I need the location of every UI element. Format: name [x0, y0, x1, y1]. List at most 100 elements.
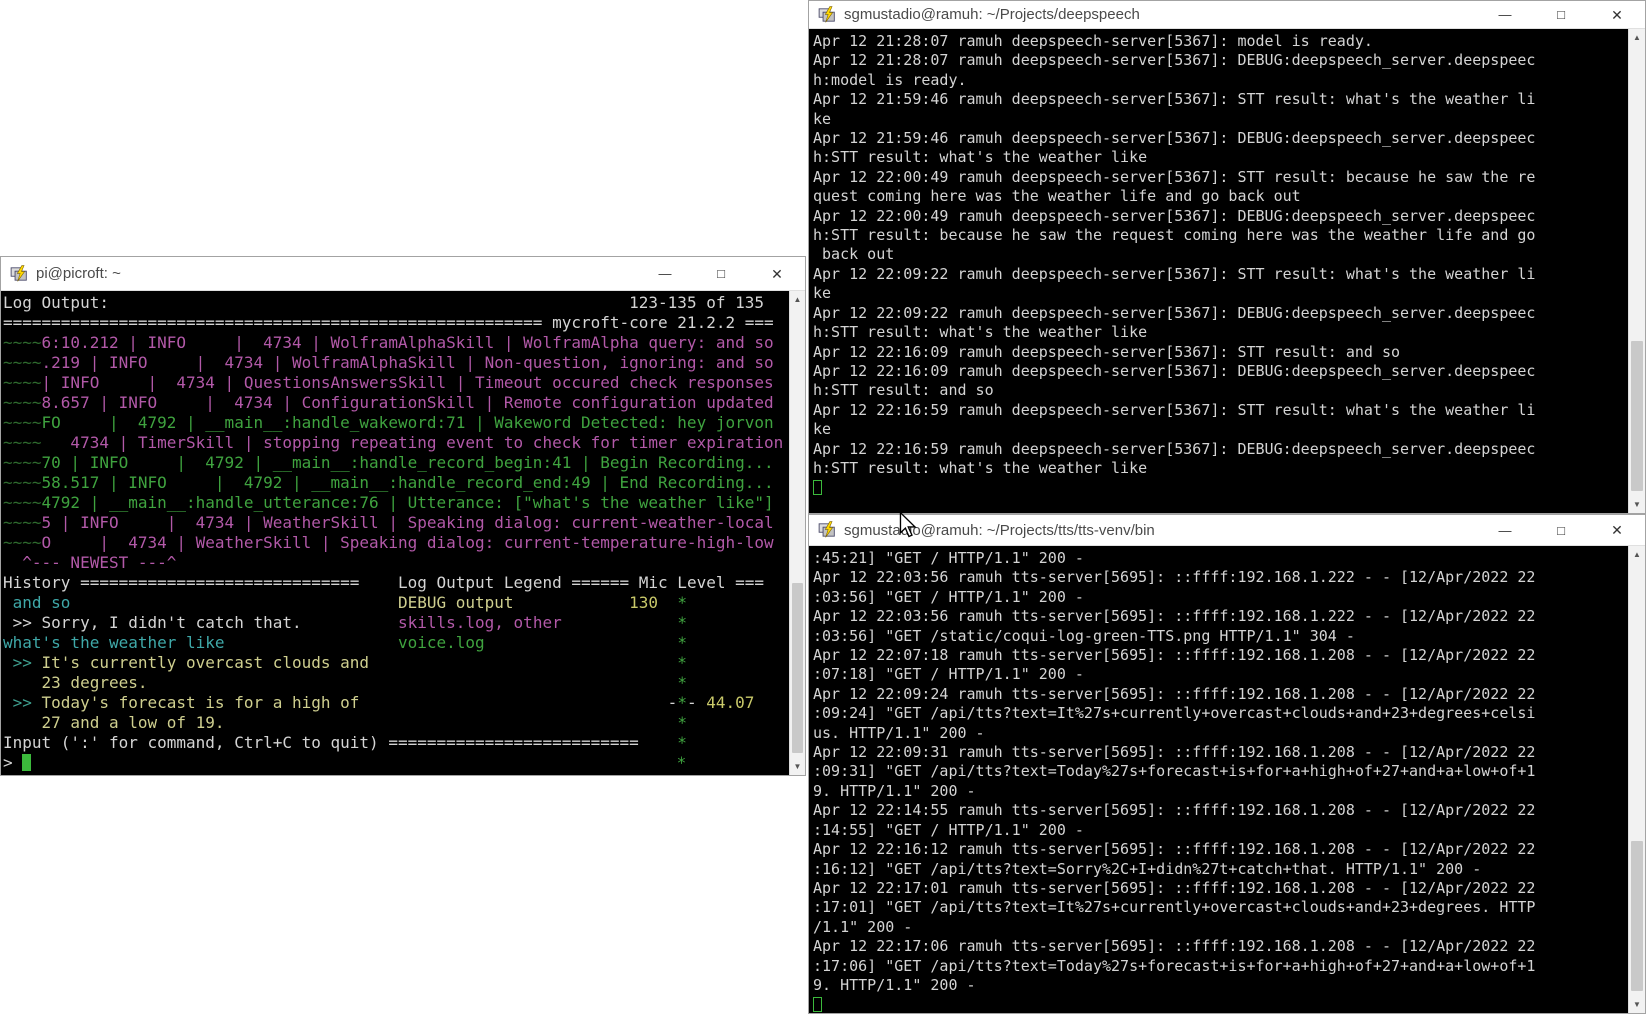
terminal-line: ========================================… [3, 313, 789, 333]
scroll-down-icon[interactable]: ▼ [1629, 996, 1645, 1013]
scrollbar-thumb[interactable] [792, 583, 803, 753]
terminal-line: Apr 12 21:59:46 ramuh deepspeech-server[… [813, 129, 1627, 148]
window-controls: — □ ✕ [1477, 515, 1645, 545]
close-button[interactable]: ✕ [1589, 523, 1645, 537]
terminal-line: Apr 12 21:28:07 ramuh deepspeech-server[… [813, 32, 1627, 51]
scroll-up-icon[interactable]: ▲ [1629, 546, 1645, 563]
terminal-line: ~~~~| INFO | 4734 | QuestionsAnswersSkil… [3, 373, 789, 393]
terminal-line: ~~~~8.657 | INFO | 4734 | ConfigurationS… [3, 393, 789, 413]
terminal-line: Apr 12 22:16:59 ramuh deepspeech-server[… [813, 440, 1627, 459]
window-controls: — □ ✕ [1477, 1, 1645, 28]
terminal-line: what's the weather like voice.log * [3, 633, 789, 653]
terminal-line: Apr 12 22:16:09 ramuh deepspeech-server[… [813, 343, 1627, 362]
terminal-line: ~~~~4792 | __main__:handle_utterance:76 … [3, 493, 789, 513]
putty-icon [10, 265, 28, 283]
terminal-line: h:STT result: because he saw the request… [813, 226, 1627, 245]
titlebar-picroft[interactable]: pi@picroft: ~ — □ ✕ [1, 257, 805, 291]
maximize-button[interactable]: □ [693, 267, 749, 280]
terminal-line: Apr 12 22:03:56 ramuh tts-server[5695]: … [813, 607, 1627, 626]
terminal-cursor [22, 754, 31, 771]
terminal-line: History ============================= Lo… [3, 573, 789, 593]
maximize-button[interactable]: □ [1533, 524, 1589, 537]
terminal-line: ~~~~FO | 4792 | __main__:handle_wakeword… [3, 413, 789, 433]
terminal-line: back out [813, 245, 1627, 264]
terminal-line: Apr 12 22:00:49 ramuh deepspeech-server[… [813, 168, 1627, 187]
terminal-line: :03:56] "GET / HTTP/1.1" 200 - [813, 588, 1627, 607]
terminal-line: h:STT result: what's the weather like [813, 148, 1627, 167]
window-tts: sgmustadio@ramuh: ~/Projects/tts/tts-ven… [808, 514, 1646, 1014]
terminal-line: 9. HTTP/1.1" 200 - [813, 976, 1627, 995]
scrollbar-tts[interactable]: ▲ ▼ [1628, 546, 1645, 1013]
terminal-line: ~~~~O | 4734 | WeatherSkill | Speaking d… [3, 533, 789, 553]
scroll-down-icon[interactable]: ▼ [790, 758, 805, 775]
terminal-line: Apr 12 21:59:46 ramuh deepspeech-server[… [813, 90, 1627, 109]
scroll-up-icon[interactable]: ▲ [790, 291, 805, 308]
window-title: sgmustadio@ramuh: ~/Projects/tts/tts-ven… [844, 522, 1477, 539]
terminal-line: and so DEBUG output 130 * [3, 593, 789, 613]
terminal-output-picroft[interactable]: Log Output: 123-135 of 135==============… [1, 291, 789, 775]
terminal-line: :14:55] "GET / HTTP/1.1" 200 - [813, 821, 1627, 840]
terminal-line: ^--- NEWEST ---^ [3, 553, 789, 573]
terminal-line: ~~~~5 | INFO | 4734 | WeatherSkill | Spe… [3, 513, 789, 533]
terminal-cursor [813, 997, 822, 1012]
terminal-line: ke [813, 284, 1627, 303]
titlebar-deepspeech[interactable]: sgmustadio@ramuh: ~/Projects/deepspeech … [809, 1, 1645, 29]
terminal-line: :07:18] "GET / HTTP/1.1" 200 - [813, 665, 1627, 684]
terminal-line: Apr 12 21:28:07 ramuh deepspeech-server[… [813, 51, 1627, 70]
terminal-line: Apr 12 22:03:56 ramuh tts-server[5695]: … [813, 568, 1627, 587]
terminal-line: ~~~~.219 | INFO | 4734 | WolframAlphaSki… [3, 353, 789, 373]
terminal-line: Log Output: 123-135 of 135 [3, 293, 789, 313]
terminal-line: /1.1" 200 - [813, 918, 1627, 937]
scrollbar-picroft[interactable]: ▲ ▼ [789, 291, 805, 775]
terminal-line: :17:06] "GET /api/tts?text=Today%27s+for… [813, 957, 1627, 976]
terminal-line: ke [813, 420, 1627, 439]
terminal-line: us. HTTP/1.1" 200 - [813, 724, 1627, 743]
terminal-line: :17:01] "GET /api/tts?text=It%27s+curren… [813, 898, 1627, 917]
terminal-line: ~~~~70 | INFO | 4792 | __main__:handle_r… [3, 453, 789, 473]
minimize-button[interactable]: — [1477, 524, 1533, 537]
terminal-line [813, 478, 1627, 497]
terminal-line: h:STT result: and so [813, 381, 1627, 400]
terminal-line: 27 and a low of 19. * [3, 713, 789, 733]
terminal-line: Apr 12 22:00:49 ramuh deepspeech-server[… [813, 207, 1627, 226]
titlebar-tts[interactable]: sgmustadio@ramuh: ~/Projects/tts/tts-ven… [809, 515, 1645, 546]
terminal-line: h:STT result: what's the weather like [813, 459, 1627, 478]
window-title: pi@picroft: ~ [36, 265, 637, 282]
close-button[interactable]: ✕ [1589, 8, 1645, 22]
terminal-line: ~~~~ 4734 | TimerSkill | stopping repeat… [3, 433, 789, 453]
terminal-line: h:STT result: what's the weather like [813, 323, 1627, 342]
window-title: sgmustadio@ramuh: ~/Projects/deepspeech [844, 6, 1477, 23]
terminal-line: Apr 12 22:09:22 ramuh deepspeech-server[… [813, 304, 1627, 323]
terminal-line: >> Sorry, I didn't catch that. skills.lo… [3, 613, 789, 633]
putty-icon [818, 6, 836, 24]
terminal-line: Apr 12 22:09:31 ramuh tts-server[5695]: … [813, 743, 1627, 762]
scroll-up-icon[interactable]: ▲ [1629, 29, 1645, 46]
putty-icon [818, 521, 836, 539]
terminal-line: h:model is ready. [813, 71, 1627, 90]
terminal-line: Apr 12 22:09:22 ramuh deepspeech-server[… [813, 265, 1627, 284]
terminal-line: > * [3, 753, 789, 773]
minimize-button[interactable]: — [637, 267, 693, 280]
terminal-line: quest coming here was the weather life a… [813, 187, 1627, 206]
terminal-line: >> It's currently overcast clouds and * [3, 653, 789, 673]
terminal-line: ke [813, 110, 1627, 129]
terminal-line: Apr 12 22:17:01 ramuh tts-server[5695]: … [813, 879, 1627, 898]
terminal-line: :09:31] "GET /api/tts?text=Today%27s+for… [813, 762, 1627, 781]
terminal-line: Apr 12 22:14:55 ramuh tts-server[5695]: … [813, 801, 1627, 820]
scrollbar-deepspeech[interactable]: ▲ ▼ [1628, 29, 1645, 513]
terminal-output-deepspeech[interactable]: Apr 12 21:28:07 ramuh deepspeech-server[… [809, 29, 1627, 513]
terminal-line: Input (':' for command, Ctrl+C to quit) … [3, 733, 789, 753]
close-button[interactable]: ✕ [749, 267, 805, 281]
terminal-line: 9. HTTP/1.1" 200 - [813, 782, 1627, 801]
terminal-output-tts[interactable]: :45:21] "GET / HTTP/1.1" 200 -Apr 12 22:… [809, 546, 1627, 1013]
scrollbar-thumb[interactable] [1631, 841, 1643, 991]
terminal-cursor [813, 480, 822, 495]
terminal-line: Apr 12 22:16:12 ramuh tts-server[5695]: … [813, 840, 1627, 859]
terminal-line: Apr 12 22:17:06 ramuh tts-server[5695]: … [813, 937, 1627, 956]
maximize-button[interactable]: □ [1533, 8, 1589, 21]
terminal-line: :16:12] "GET /api/tts?text=Sorry%2C+I+di… [813, 860, 1627, 879]
minimize-button[interactable]: — [1477, 8, 1533, 21]
terminal-line: Apr 12 22:09:24 ramuh tts-server[5695]: … [813, 685, 1627, 704]
scrollbar-thumb[interactable] [1631, 341, 1643, 491]
scroll-down-icon[interactable]: ▼ [1629, 496, 1645, 513]
